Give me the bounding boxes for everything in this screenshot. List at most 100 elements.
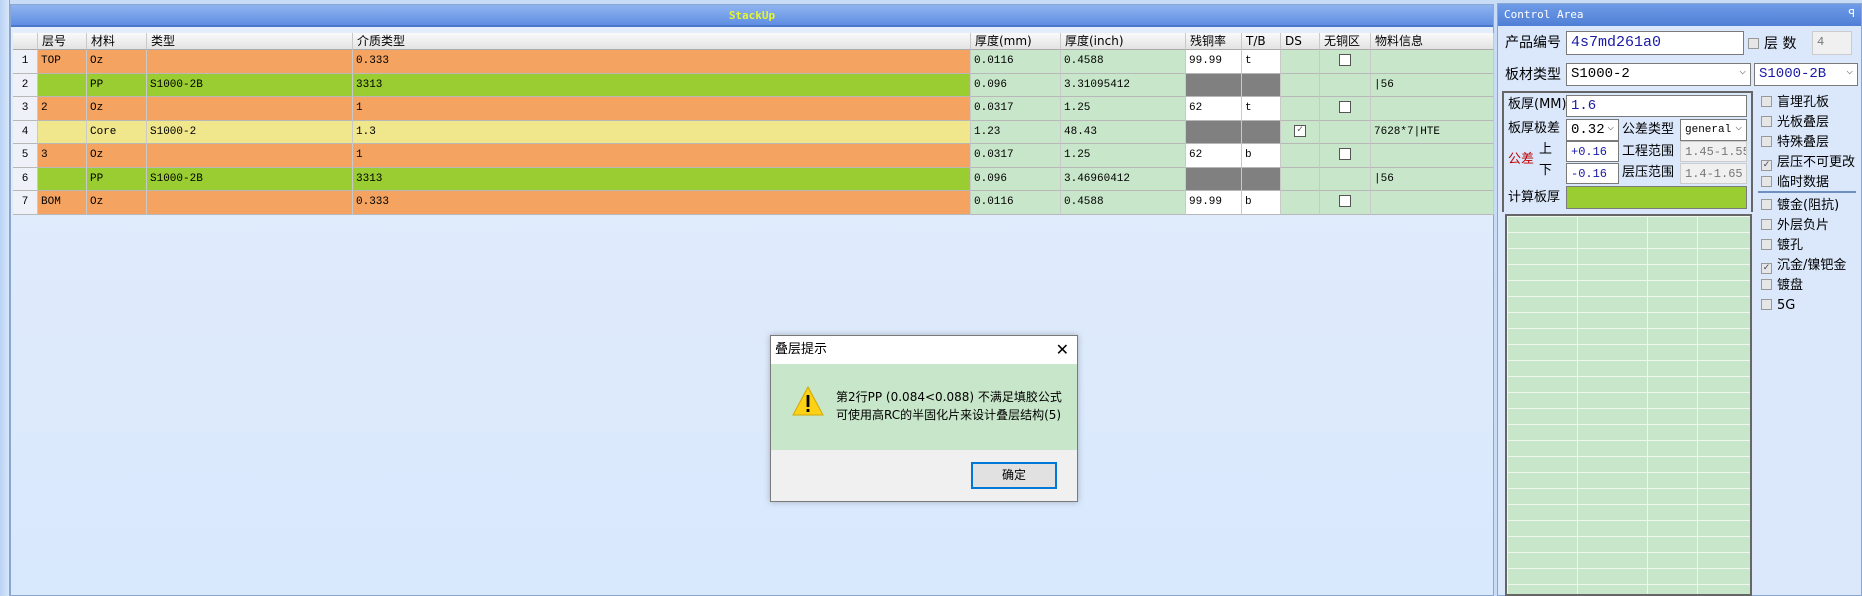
cell-tb[interactable]: [1242, 73, 1281, 97]
column-header[interactable]: T/B: [1242, 33, 1281, 50]
cell-nocopper[interactable]: [1320, 97, 1371, 121]
checkbox-icon[interactable]: [1339, 54, 1351, 67]
column-header[interactable]: 残铜率: [1186, 33, 1242, 50]
cell-type[interactable]: S1000-2: [147, 120, 353, 144]
lower-input[interactable]: -0.16: [1566, 163, 1619, 184]
product-input[interactable]: 4s7md261a0: [1566, 31, 1744, 55]
cell-mm[interactable]: 0.0116: [971, 50, 1061, 74]
cell-material[interactable]: Oz: [87, 97, 147, 121]
column-header[interactable]: 材料: [87, 33, 147, 50]
cell-inch[interactable]: 48.43: [1061, 120, 1186, 144]
cell-inch[interactable]: 3.31095412: [1061, 73, 1186, 97]
cell-residual[interactable]: [1186, 120, 1242, 144]
cell-type[interactable]: S1000-2B: [147, 167, 353, 191]
thickness-input[interactable]: 1.6: [1566, 95, 1747, 117]
row-number[interactable]: 7: [13, 191, 38, 215]
column-header[interactable]: 无铜区: [1320, 33, 1371, 50]
row-number[interactable]: 5: [13, 144, 38, 168]
column-header[interactable]: 厚度(mm): [971, 33, 1061, 50]
column-header[interactable]: 介质类型: [353, 33, 971, 50]
column-header[interactable]: 物料信息: [1371, 33, 1494, 50]
cell-residual[interactable]: [1186, 73, 1242, 97]
cell-info[interactable]: [1371, 50, 1494, 74]
cell-dielectric[interactable]: 0.333: [353, 50, 971, 74]
option-checkbox[interactable]: 盲埋孔板: [1761, 94, 1829, 112]
cell-mm[interactable]: 0.0317: [971, 144, 1061, 168]
cell-mm[interactable]: 0.096: [971, 167, 1061, 191]
close-icon[interactable]: ✕: [1056, 336, 1069, 364]
option-checkbox[interactable]: 临时数据: [1761, 174, 1829, 192]
cell-dielectric[interactable]: 1: [353, 97, 971, 121]
cell-tb[interactable]: t: [1242, 50, 1281, 74]
cell-ds[interactable]: [1281, 73, 1320, 97]
cell-info[interactable]: [1371, 97, 1494, 121]
option-checkbox[interactable]: ✓ 沉金/镍钯金: [1761, 257, 1846, 275]
cell-inch[interactable]: 0.4588: [1061, 191, 1186, 215]
upper-input[interactable]: +0.16: [1566, 141, 1619, 162]
cell-tb[interactable]: [1242, 167, 1281, 191]
column-header[interactable]: 厚度(inch): [1061, 33, 1186, 50]
cell-nocopper[interactable]: [1320, 73, 1371, 97]
cell-residual[interactable]: [1186, 167, 1242, 191]
cell-info[interactable]: |56: [1371, 73, 1494, 97]
cell-layer[interactable]: BOM: [38, 191, 87, 215]
grid-corner[interactable]: [13, 33, 38, 50]
cell-type[interactable]: [147, 144, 353, 168]
cell-tb[interactable]: [1242, 120, 1281, 144]
cell-nocopper[interactable]: [1320, 144, 1371, 168]
cell-material[interactable]: PP: [87, 167, 147, 191]
cell-dielectric[interactable]: 1.3: [353, 120, 971, 144]
checkbox-icon[interactable]: [1339, 195, 1351, 208]
cell-type[interactable]: [147, 191, 353, 215]
cell-layer[interactable]: [38, 120, 87, 144]
option-checkbox[interactable]: ✓ 层压不可更改: [1761, 154, 1855, 172]
cell-ds[interactable]: [1281, 50, 1320, 74]
cell-dielectric[interactable]: 3313: [353, 73, 971, 97]
row-number[interactable]: 3: [13, 97, 38, 121]
cell-nocopper[interactable]: [1320, 191, 1371, 215]
cell-nocopper[interactable]: [1320, 167, 1371, 191]
cell-nocopper[interactable]: [1320, 120, 1371, 144]
cell-material[interactable]: Core: [87, 120, 147, 144]
cell-residual[interactable]: 62: [1186, 97, 1242, 121]
cell-layer[interactable]: TOP: [38, 50, 87, 74]
cell-info[interactable]: 7628*7|HTE: [1371, 120, 1494, 144]
tol-type-select[interactable]: general: [1680, 119, 1747, 141]
cell-material[interactable]: Oz: [87, 191, 147, 215]
cell-inch[interactable]: 3.46960412: [1061, 167, 1186, 191]
cell-layer[interactable]: [38, 73, 87, 97]
cell-ds[interactable]: [1281, 144, 1320, 168]
cell-layer[interactable]: [38, 167, 87, 191]
material-select[interactable]: S1000-2: [1566, 63, 1751, 86]
option-checkbox[interactable]: 镀孔: [1761, 237, 1803, 255]
cell-nocopper[interactable]: [1320, 50, 1371, 74]
column-header[interactable]: 层号: [38, 33, 87, 50]
column-header[interactable]: 类型: [147, 33, 353, 50]
cell-inch[interactable]: 1.25: [1061, 144, 1186, 168]
row-number[interactable]: 4: [13, 120, 38, 144]
thickness-detail-grid[interactable]: [1505, 214, 1752, 596]
cell-mm[interactable]: 0.0317: [971, 97, 1061, 121]
cell-dielectric[interactable]: 0.333: [353, 191, 971, 215]
option-checkbox[interactable]: 特殊叠层: [1761, 134, 1829, 152]
tolerance-select[interactable]: 0.32: [1566, 119, 1619, 141]
row-number[interactable]: 1: [13, 50, 38, 74]
option-checkbox[interactable]: 镀盘: [1761, 277, 1803, 295]
option-checkbox[interactable]: 5G: [1761, 297, 1795, 315]
checkbox-icon[interactable]: [1339, 148, 1351, 161]
cell-tb[interactable]: b: [1242, 144, 1281, 168]
row-number[interactable]: 6: [13, 167, 38, 191]
cell-dielectric[interactable]: 1: [353, 144, 971, 168]
cell-material[interactable]: PP: [87, 73, 147, 97]
cell-type[interactable]: [147, 97, 353, 121]
cell-inch[interactable]: 1.25: [1061, 97, 1186, 121]
cell-tb[interactable]: t: [1242, 97, 1281, 121]
cell-type[interactable]: S1000-2B: [147, 73, 353, 97]
cell-ds[interactable]: ✓: [1281, 120, 1320, 144]
cell-tb[interactable]: b: [1242, 191, 1281, 215]
cell-ds[interactable]: [1281, 191, 1320, 215]
layers-checkbox[interactable]: 层 数: [1748, 35, 1796, 53]
cell-info[interactable]: |56: [1371, 167, 1494, 191]
cell-material[interactable]: Oz: [87, 50, 147, 74]
column-header[interactable]: DS: [1281, 33, 1320, 50]
